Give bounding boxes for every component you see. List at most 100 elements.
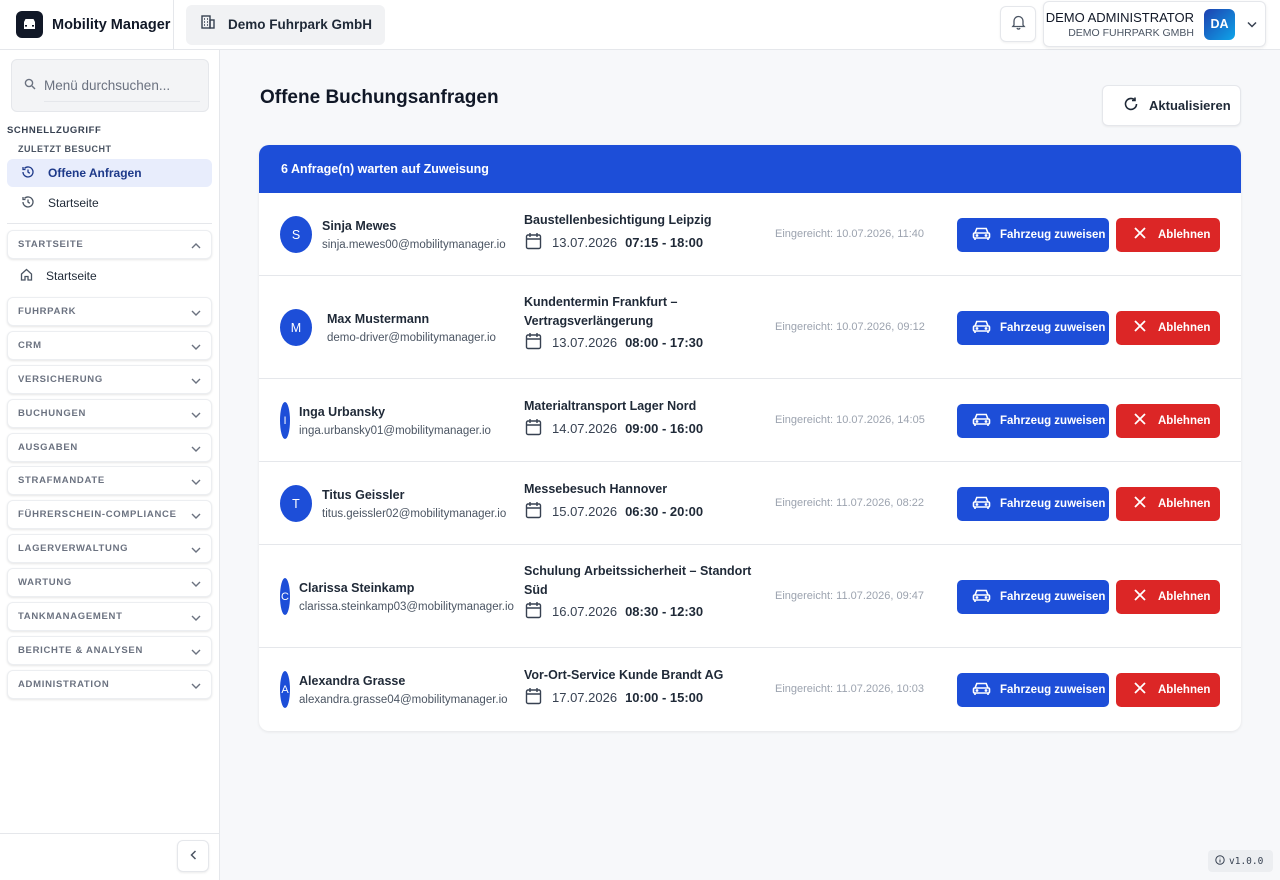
assign-vehicle-label: Fahrzeug zuweisen [1000,321,1106,334]
close-icon [1133,319,1147,336]
nav-group-label: LAGERVERWALTUNG [18,543,129,554]
assign-vehicle-button[interactable]: Fahrzeug zuweisen [957,486,1109,521]
recently-visited-title: ZULETZT BESUCHT [18,144,112,154]
user-avatar: DA [1204,8,1235,40]
booking-time: 08:00 - 17:30 [625,335,704,350]
booking-time: 08:30 - 12:30 [625,604,704,619]
requests-card: 6 Anfrage(n) warten auf Zuweisung S Sinja… [259,145,1241,731]
reject-button[interactable]: Ablehnen [1116,403,1220,438]
booking-purpose: Messebesuch Hannover [524,482,668,496]
user-info: DEMO ADMINISTRATOR DEMO FUHRPARK GMBH [1044,10,1194,39]
nav-group-ausgaben[interactable]: AUSGABEN [7,433,212,462]
nav-group-label: ADMINISTRATION [18,679,110,690]
app-logo-icon [16,11,43,38]
requester-avatar: C [280,578,290,615]
reject-button[interactable]: Ablehnen [1116,486,1220,521]
requester-avatar: A [280,671,290,708]
page-title: Offene Buchungsanfragen [260,87,499,108]
requester-email: alexandra.grasse04@mobilitymanager.io [299,693,508,706]
requester-name: Inga Urbansky [299,404,386,419]
booking-date: 17.07.2026 [552,690,618,705]
assign-vehicle-label: Fahrzeug zuweisen [1000,683,1106,696]
chevron-down-icon [191,540,201,558]
nav-group-crm[interactable]: CRM [7,331,212,360]
menu-search [11,59,209,112]
nav-group-lagerverwaltung[interactable]: LAGERVERWALTUNG [7,534,212,563]
quick-access-title: SCHNELLZUGRIFF [7,125,102,136]
reject-button[interactable]: Ablehnen [1116,217,1220,252]
requester-name: Alexandra Grasse [299,673,406,688]
recent-item-offene-anfragen[interactable]: Offene Anfragen [7,159,212,187]
company-switcher[interactable]: Demo Fuhrpark GmbH [186,4,386,45]
close-icon [1133,588,1147,605]
assign-vehicle-label: Fahrzeug zuweisen [1000,414,1106,427]
booking-time: 06:30 - 20:00 [625,504,704,519]
nav-group-fuhrpark[interactable]: FUHRPARK [7,297,212,326]
brand[interactable]: Mobility Manager [0,0,174,50]
close-icon [1133,226,1147,243]
booking-purpose: Kundentermin Frankfurt – Vertragsverläng… [524,295,678,328]
submitted-at: Eingereicht: 11.07.2026, 09:47 [775,589,925,602]
reject-button[interactable]: Ablehnen [1116,310,1220,345]
chevron-down-icon [191,676,201,694]
booking-purpose: Vor-Ort-Service Kunde Brandt AG [524,668,724,682]
calendar-icon [525,601,542,622]
chevron-down-icon [191,405,201,423]
nav-group-administration[interactable]: ADMINISTRATION [7,670,212,699]
recent-item-startseite[interactable]: Startseite [7,189,212,217]
requester-name: Sinja Mewes [322,218,397,233]
nav-group-startseite[interactable]: STARTSEITE [7,230,212,259]
nav-group-label: STARTSEITE [18,239,84,250]
booking-period: 17.07.2026 10:00 - 15:00 [525,687,703,708]
nav-group-buchungen[interactable]: BUCHUNGEN [7,399,212,428]
sidebar-divider [7,223,212,224]
reject-button[interactable]: Ablehnen [1116,579,1220,614]
submitted-at: Eingereicht: 10.07.2026, 11:40 [775,227,925,240]
requester-name: Clarissa Steinkamp [299,580,415,595]
refresh-button[interactable]: Aktualisieren [1102,85,1241,126]
refresh-icon [1123,96,1139,115]
calendar-icon [525,418,542,439]
menu-search-input[interactable] [44,69,200,102]
requester-email: clarissa.steinkamp03@mobilitymanager.io [299,600,514,613]
nav-group-versicherung[interactable]: VERSICHERUNG [7,365,212,394]
requester-email: inga.urbansky01@mobilitymanager.io [299,424,491,437]
collapse-sidebar-button[interactable] [177,840,209,872]
nav-item-startseite[interactable]: Startseite [7,261,212,291]
notifications-button[interactable] [1000,6,1036,42]
reject-label: Ablehnen [1158,228,1211,241]
assign-vehicle-button[interactable]: Fahrzeug zuweisen [957,403,1109,438]
reject-label: Ablehnen [1158,414,1211,427]
assign-vehicle-button[interactable]: Fahrzeug zuweisen [957,217,1109,252]
assign-vehicle-button[interactable]: Fahrzeug zuweisen [957,579,1109,614]
nav-group-berichte[interactable]: BERICHTE & ANALYSEN [7,636,212,665]
chevron-down-icon [191,439,201,457]
booking-purpose: Baustellenbesichtigung Leipzig [524,213,712,227]
user-menu[interactable]: DEMO ADMINISTRATOR DEMO FUHRPARK GMBH DA [1043,1,1266,47]
booking-period: 15.07.2026 06:30 - 20:00 [525,501,703,522]
calendar-icon [525,501,542,522]
submitted-at: Eingereicht: 10.07.2026, 09:12 [775,320,925,333]
reject-button[interactable]: Ablehnen [1116,672,1220,707]
chevron-down-icon [191,506,201,524]
requester-avatar: T [280,485,312,522]
requester-name: Titus Geissler [322,487,405,502]
nav-group-label: FUHRPARK [18,306,77,317]
nav-group-tankmanagement[interactable]: TANKMANAGEMENT [7,602,212,631]
nav-group-wartung[interactable]: WARTUNG [7,568,212,597]
chevron-up-icon [191,236,201,254]
submitted-at: Eingereicht: 11.07.2026, 08:22 [775,496,925,509]
nav-group-strafmandate[interactable]: STRAFMANDATE [7,466,212,495]
sidebar: SCHNELLZUGRIFF ZULETZT BESUCHT Offene An… [0,50,220,880]
chevron-down-icon [191,574,201,592]
nav-group-label: STRAFMANDATE [18,475,105,486]
nav-group-label: AUSGABEN [18,442,78,453]
assign-vehicle-button[interactable]: Fahrzeug zuweisen [957,672,1109,707]
home-icon [20,268,33,284]
chevron-down-icon [191,371,201,389]
nav-group-fuehrerschein-compliance[interactable]: FÜHRERSCHEIN-COMPLIANCE [7,500,212,529]
booking-time: 10:00 - 15:00 [625,690,704,705]
assign-vehicle-button[interactable]: Fahrzeug zuweisen [957,310,1109,345]
nav-group-label: CRM [18,340,42,351]
recent-item-label: Offene Anfragen [48,166,142,180]
